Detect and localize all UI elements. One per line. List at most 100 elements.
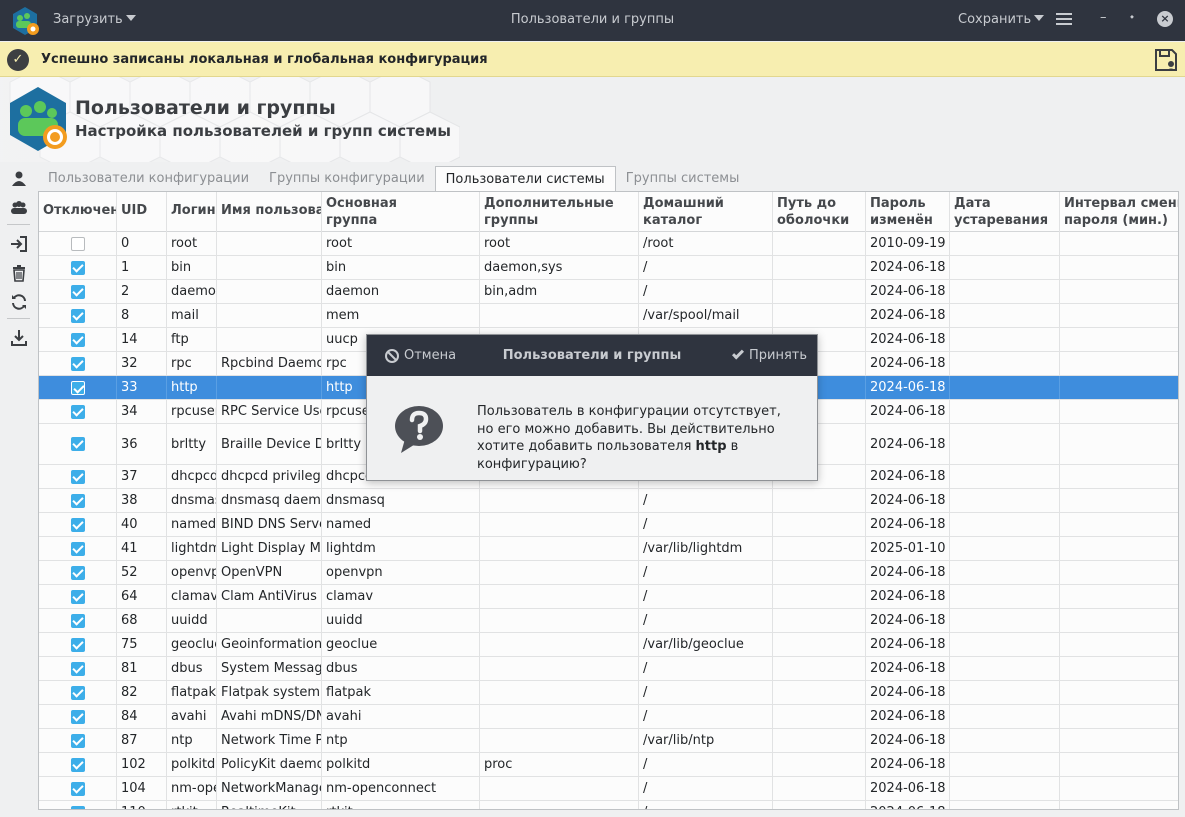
table-row[interactable]: 110rtkitRealtimeKitrtkit/2024-06-18	[39, 801, 1178, 809]
cell-shell	[773, 801, 866, 809]
table-row[interactable]: 82flatpakFlatpak system helperflatpak/20…	[39, 681, 1178, 705]
disabled-checkbox[interactable]	[71, 757, 85, 772]
disabled-checkbox[interactable]	[71, 781, 85, 796]
disabled-checkbox[interactable]	[71, 541, 85, 556]
table-row[interactable]: 81dbusSystem Message Busdbus/2024-06-18	[39, 657, 1178, 681]
disabled-checkbox[interactable]	[71, 805, 85, 809]
disabled-checkbox[interactable]	[71, 437, 85, 451]
table-row[interactable]: 2daemondaemonbin,adm/2024-06-18	[39, 280, 1178, 304]
disabled-checkbox[interactable]	[71, 685, 85, 700]
save-user-config-icon[interactable]	[1153, 47, 1179, 73]
tab-system-users[interactable]: Пользователи системы	[434, 166, 616, 191]
table-row[interactable]: 84avahiAvahi mDNS/DNS-SD daemonavahi/202…	[39, 705, 1178, 729]
cell-name: Avahi mDNS/DNS-SD daemon	[217, 705, 322, 728]
cell-name	[217, 304, 322, 327]
cell-uid: 8	[117, 304, 167, 327]
login-button[interactable]	[5, 231, 32, 257]
cell-interval	[1060, 304, 1178, 327]
col-group[interactable]: Основная группа	[322, 192, 480, 232]
col-shell[interactable]: Путь до оболочки	[773, 192, 866, 232]
table-row[interactable]: 8 mail mem/var/spool/mail 2024-06-18	[39, 304, 1178, 328]
disabled-checkbox[interactable]	[71, 589, 85, 604]
cell-login: openvpn	[167, 561, 217, 584]
table-row[interactable]: 75geoclueGeoinformation servicegeoclue/v…	[39, 633, 1178, 657]
close-icon[interactable]: ×	[1157, 11, 1173, 27]
table-row[interactable]: 52openvpnOpenVPNopenvpn/2024-06-18	[39, 561, 1178, 585]
disabled-checkbox[interactable]	[71, 661, 85, 676]
cell-shell	[773, 777, 866, 800]
delete-button[interactable]	[5, 260, 32, 286]
cell-home: /	[639, 489, 773, 512]
cell-login: avahi	[167, 705, 217, 728]
cell-disabled	[39, 352, 117, 375]
disabled-checkbox[interactable]	[71, 332, 85, 347]
table-row[interactable]: 38dnsmasqdnsmasq daemondnsmasq/2024-06-1…	[39, 489, 1178, 513]
cell-uid: 1	[117, 256, 167, 279]
question-bubble-icon	[395, 406, 443, 453]
cell-group: geoclue	[322, 633, 480, 656]
cell-home: /var/lib/lightdm	[639, 537, 773, 560]
cell-interval	[1060, 376, 1178, 399]
cell-home: /	[639, 513, 773, 536]
col-expire[interactable]: Дата устаревания	[950, 192, 1060, 232]
cell-extra	[480, 513, 639, 536]
disabled-checkbox[interactable]	[71, 613, 85, 628]
disabled-checkbox[interactable]	[71, 260, 85, 275]
cell-home: /	[639, 609, 773, 632]
hamburger-menu-icon[interactable]	[1056, 13, 1072, 27]
col-login[interactable]: Логин	[167, 192, 217, 232]
tab-config-users[interactable]: Пользователи конфигурации	[38, 166, 259, 191]
tab-config-groups[interactable]: Группы конфигурации	[259, 166, 435, 191]
table-row[interactable]: 68 uuidd uuidd/2024-06-18	[39, 609, 1178, 633]
add-user-dialog: Отмена Пользователи и группы Принять Пол…	[366, 334, 818, 481]
disabled-checkbox[interactable]	[71, 733, 85, 748]
download-button[interactable]	[5, 325, 32, 351]
maximize-icon[interactable]: ⬩	[1130, 10, 1134, 24]
disabled-checkbox[interactable]	[71, 469, 85, 484]
disabled-checkbox[interactable]	[71, 565, 85, 580]
cell-extra	[480, 489, 639, 512]
col-pwd-changed[interactable]: Пароль изменён	[866, 192, 950, 232]
col-interval[interactable]: Интервал смены пароля (мин.)	[1060, 192, 1178, 232]
refresh-button[interactable]	[5, 289, 32, 315]
cell-disabled	[39, 376, 117, 399]
col-name[interactable]: Имя пользователя	[217, 192, 322, 232]
table-row[interactable]: 40 named BIND DNS Server named/2024-06-18	[39, 513, 1178, 537]
col-uid[interactable]: UID	[117, 192, 167, 232]
cell-uid: 104	[117, 777, 167, 800]
tab-system-groups[interactable]: Группы системы	[616, 166, 750, 191]
disabled-checkbox[interactable]	[71, 493, 85, 508]
col-disabled[interactable]: Отключен	[39, 192, 117, 232]
disabled-checkbox[interactable]	[71, 709, 85, 724]
disabled-checkbox[interactable]	[71, 236, 85, 251]
minimize-icon[interactable]: –	[1100, 10, 1107, 25]
cell-home: /var/lib/ntp	[639, 729, 773, 752]
disabled-checkbox[interactable]	[71, 284, 85, 299]
table-header: Отключен UID Логин Имя пользователя Осно…	[39, 192, 1178, 232]
table-row[interactable]: 41lightdmLight Display Managerlightdm/va…	[39, 537, 1178, 561]
col-extra-groups[interactable]: Дополнительные группы	[480, 192, 639, 232]
cell-name: Clam AntiVirus	[217, 585, 322, 608]
cell-shell	[773, 705, 866, 728]
add-group-button[interactable]	[5, 195, 32, 221]
add-user-button[interactable]	[5, 166, 32, 192]
disabled-checkbox[interactable]	[71, 356, 85, 371]
accept-button[interactable]: Принять	[731, 347, 807, 363]
table-row[interactable]: 102 polkitd PolicyKit daemon polkitd proc/20…	[39, 753, 1178, 777]
cell-expire	[950, 609, 1060, 632]
table-row[interactable]: 0 root root root/root 2010-09-19	[39, 232, 1178, 256]
disabled-checkbox[interactable]	[71, 404, 85, 419]
disabled-checkbox[interactable]	[71, 308, 85, 323]
cell-interval	[1060, 280, 1178, 303]
save-menu-button[interactable]: Сохранить	[958, 12, 1045, 27]
table-row[interactable]: 64 clamav Clam AntiVirus clamav/2024-06-18	[39, 585, 1178, 609]
col-home[interactable]: Домашний каталог	[639, 192, 773, 232]
disabled-checkbox[interactable]	[71, 380, 85, 395]
disabled-checkbox[interactable]	[71, 637, 85, 652]
table-row[interactable]: 104nm-openconnectNetworkManager user for…	[39, 777, 1178, 801]
disabled-checkbox[interactable]	[71, 517, 85, 532]
cell-uid: 34	[117, 400, 167, 423]
table-row[interactable]: 87ntpNetwork Time Protocolntp/var/lib/nt…	[39, 729, 1178, 753]
cell-login: rpc	[167, 352, 217, 375]
table-row[interactable]: 1 bin bin daemon,sys/2024-06-18	[39, 256, 1178, 280]
